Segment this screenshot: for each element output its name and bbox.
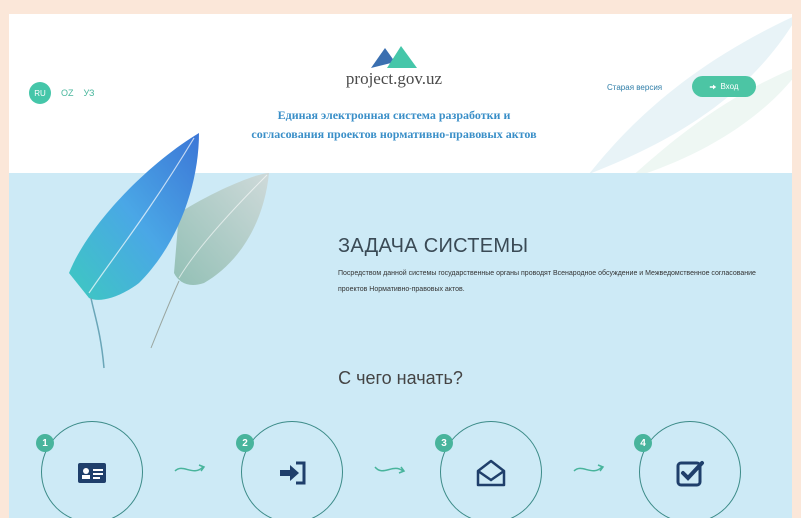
lang-oz-button[interactable]: OZ [61, 88, 74, 98]
language-switcher: RU OZ УЗ [29, 82, 94, 104]
sign-in-icon [710, 84, 717, 89]
old-version-link[interactable]: Старая версия [607, 83, 662, 92]
step-arrow-icon [174, 464, 206, 472]
page-frame: RU OZ УЗ project.gov.uz Единая электронн… [9, 14, 792, 518]
step-1-card[interactable]: 1 [36, 421, 143, 518]
about-text: Посредством данной системы государственн… [338, 270, 756, 293]
step-arrow-icon [374, 466, 406, 474]
step-4-card[interactable]: 4 [634, 421, 741, 518]
checkbox-icon [676, 461, 704, 487]
lang-uz-button[interactable]: УЗ [84, 88, 95, 98]
id-card-icon [78, 463, 106, 483]
login-button[interactable]: Вход [692, 76, 756, 97]
feather-illustration-icon [69, 133, 269, 369]
login-label: Вход [720, 82, 739, 91]
about-title: ЗАДАЧА СИСТЕМЫ [338, 235, 529, 257]
step-2-number: 2 [236, 434, 254, 452]
step-2-card[interactable]: 2 [236, 421, 343, 518]
about-section: ЗАДАЧА СИСТЕМЫ Посредством данной систем… [9, 133, 792, 518]
step-arrow-icon [573, 464, 605, 472]
site-tagline: Единая электронная система разработки и … [251, 108, 537, 141]
feather-decoration-icon [589, 17, 792, 173]
sign-in-icon [280, 461, 306, 485]
step-3-number: 3 [435, 434, 453, 452]
site-name[interactable]: project.gov.uz [309, 69, 479, 89]
step-4-number: 4 [634, 434, 652, 452]
start-title: С чего начать? [338, 368, 463, 388]
lang-ru-button[interactable]: RU [29, 82, 51, 104]
step-3-card[interactable]: 3 [435, 421, 542, 518]
step-1-number: 1 [36, 434, 54, 452]
envelope-open-icon [476, 459, 506, 487]
logo-icon [371, 46, 417, 68]
